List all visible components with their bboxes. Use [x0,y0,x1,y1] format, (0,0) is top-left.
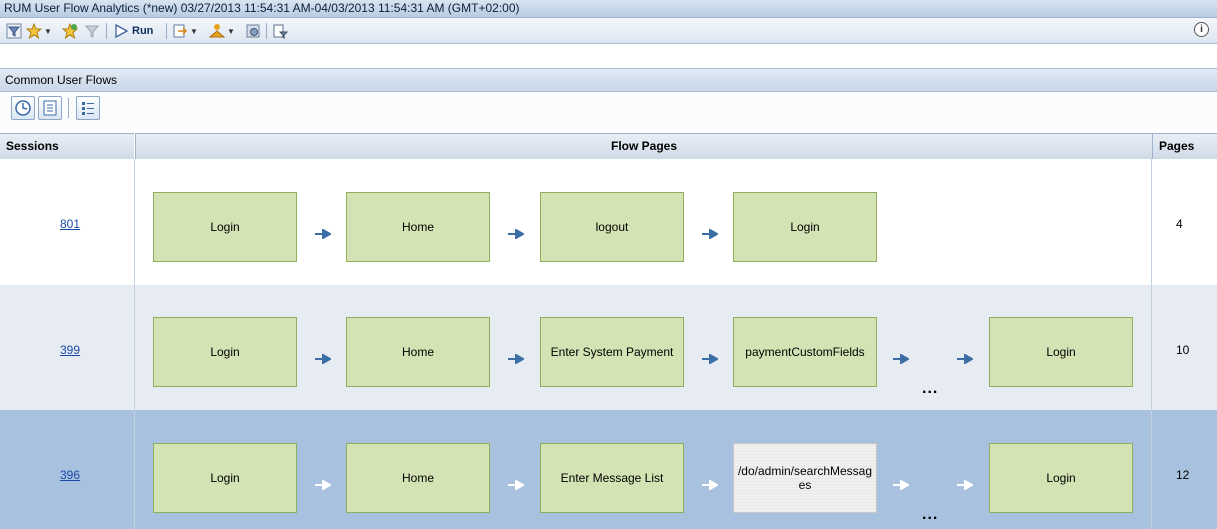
sessions-link[interactable]: 396 [60,468,80,482]
run-label: Run [132,25,154,37]
flow-page-box[interactable]: Enter System Payment [540,317,684,387]
active-filters-icon [273,24,288,39]
flow-page-box[interactable]: Login [733,192,877,262]
pages-count: 12 [1176,468,1190,482]
settings-icon [246,24,260,38]
filter-icon [6,23,22,39]
table-row[interactable]: 801 Login Home logout Login 4 [0,159,1217,285]
column-divider [134,285,135,410]
run-button[interactable]: Run [113,22,153,40]
truncation-ellipsis: ... [922,506,939,523]
favorites-icon [26,23,42,39]
flow-page-box[interactable]: paymentCustomFields [733,317,877,387]
toolbar-separator [68,98,69,118]
flow-page-box[interactable]: Login [153,192,297,262]
flow-page-box[interactable]: Login [153,443,297,513]
column-divider [1151,410,1152,529]
view-icon [209,24,225,38]
add-favorite-icon [62,23,78,39]
legend-button[interactable] [76,96,100,120]
arrow-right-icon [315,229,331,239]
toolbar-separator [266,23,267,39]
sessions-link[interactable]: 801 [60,217,80,231]
flow-page-box[interactable]: Login [153,317,297,387]
column-header-pages[interactable]: Pages [1152,133,1217,160]
settings-button[interactable] [245,22,261,40]
table-row[interactable]: 399 Login Home Enter System Payment paym… [0,285,1217,410]
column-header-sessions[interactable]: Sessions [0,133,134,160]
arrow-right-icon [508,480,524,490]
chevron-down-icon: ▼ [227,26,235,36]
column-divider [1151,159,1152,285]
truncation-ellipsis: ... [922,380,939,397]
panel-title: Common User Flows [5,73,118,87]
arrow-right-icon [508,354,524,364]
arrow-right-icon [957,480,973,490]
arrow-right-icon [893,354,909,364]
run-icon [115,23,129,39]
flow-page-box[interactable]: Home [346,317,490,387]
window-title: RUM User Flow Analytics (*new) 03/27/201… [4,1,520,15]
time-range-icon [15,100,31,116]
export-list-icon [43,100,57,116]
main-toolbar: ▼ Run ▼ ▼ i [0,18,1217,44]
favorites-button[interactable]: ▼ [26,22,52,40]
column-divider [134,410,135,529]
toolbar-separator [106,23,107,39]
flow-page-box[interactable]: Login [989,443,1133,513]
toolbar-separator [166,23,167,39]
column-divider [1151,285,1152,410]
arrow-right-icon [702,229,718,239]
arrow-right-icon [893,480,909,490]
panel-title-bar: Common User Flows [0,68,1217,92]
export-list-button[interactable] [38,96,62,120]
column-divider [134,159,135,285]
info-icon[interactable]: i [1194,22,1209,37]
add-favorite-button[interactable] [62,22,78,40]
flow-page-box[interactable]: Enter Message List [540,443,684,513]
arrow-right-icon [315,354,331,364]
view-button[interactable]: ▼ [209,22,235,40]
time-range-button[interactable] [11,96,35,120]
arrow-right-icon [315,480,331,490]
pages-count: 4 [1176,217,1183,231]
flow-page-box[interactable]: logout [540,192,684,262]
chevron-down-icon: ▼ [44,26,52,36]
clear-filter-button[interactable] [84,22,100,40]
export-button[interactable]: ▼ [172,22,198,40]
chevron-down-icon: ▼ [190,26,198,36]
flow-page-box-url[interactable]: /do/admin/searchMessages [733,443,877,513]
window-title-bar: RUM User Flow Analytics (*new) 03/27/201… [0,0,1217,18]
flow-page-box[interactable]: Home [346,443,490,513]
column-header-flow-pages[interactable]: Flow Pages [135,133,1152,160]
panel-toolbar [0,92,1217,128]
active-filters-button[interactable] [272,22,288,40]
export-icon [173,24,188,38]
flow-page-box[interactable]: Home [346,192,490,262]
arrow-right-icon [702,354,718,364]
pages-count: 10 [1176,343,1190,357]
filter-button[interactable] [6,22,22,40]
flow-page-box[interactable]: Login [989,317,1133,387]
sessions-link[interactable]: 399 [60,343,80,357]
table-row-selected[interactable]: 396 Login Home Enter Message List /do/ad… [0,410,1217,529]
arrow-right-icon [702,480,718,490]
arrow-right-icon [957,354,973,364]
clear-filter-icon [84,25,100,38]
legend-icon [82,102,94,115]
arrow-right-icon [508,229,524,239]
